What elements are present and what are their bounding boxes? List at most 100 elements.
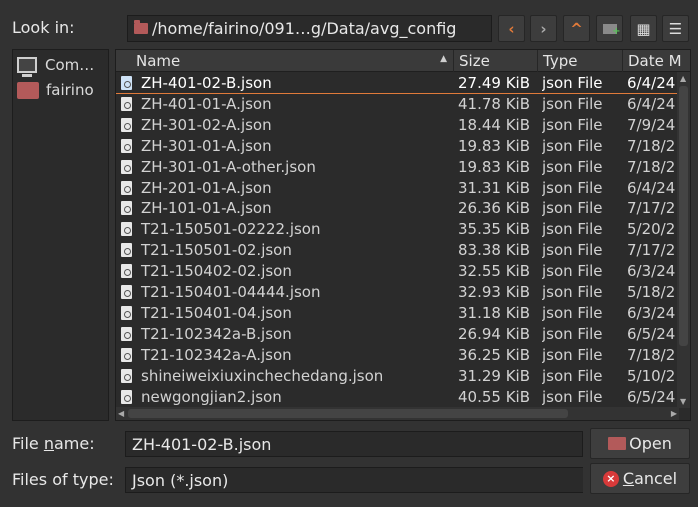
file-name-cell: ZH-101-01-A.json (121, 199, 453, 217)
file-row[interactable]: ZH-301-01-A-other.json 19.83 KiB json File… (116, 157, 690, 178)
file-size-cell: 41.78 KiB (458, 94, 531, 113)
scroll-down-icon[interactable]: ▼ (680, 397, 686, 406)
file-type-cell: json File (542, 303, 603, 322)
file-name-cell: T21-102342a-B.json (121, 325, 453, 343)
file-size-cell: 32.93 KiB (458, 283, 531, 301)
sidebar-item-label: fairino (46, 81, 94, 99)
file-row[interactable]: ZH-301-01-A.json 19.83 KiB json File 7/18/2 (116, 136, 690, 157)
list-view-icon: ▦ (636, 19, 651, 38)
file-row[interactable]: shineiweixiuxinchechedang.json 31.29 KiB j… (116, 366, 690, 387)
file-size-cell: 32.55 KiB (458, 262, 531, 281)
file-row[interactable]: T21-150401-04444.json 32.93 KiB json File 5… (116, 282, 690, 303)
file-row[interactable]: ZH-201-01-A.json 31.31 KiB json File 6/4/24 (116, 178, 690, 199)
file-row[interactable]: ZH-401-01-A.json 41.78 KiB json File 6/4/24 (116, 94, 690, 115)
file-name-cell: newgongjian2.json (121, 388, 453, 406)
look-in-label: Look in: (12, 18, 75, 37)
file-row[interactable]: newgongjian2.json 40.55 KiB json File 6/5/2… (116, 387, 690, 408)
file-size-cell: 36.25 KiB (458, 345, 531, 364)
json-file-icon (121, 180, 132, 195)
new-folder-button[interactable]: + (596, 15, 623, 42)
file-row[interactable]: ZH-401-02-B.json 27.49 KiB json File 6/4/24 (116, 73, 690, 94)
file-row[interactable]: T21-102342a-A.json 36.25 KiB json File 7/18… (116, 345, 690, 366)
forward-button[interactable]: › (530, 15, 557, 42)
column-name[interactable]: Name ▲ (116, 50, 454, 72)
file-size-cell: 31.31 KiB (458, 178, 531, 197)
file-name-cell: shineiweixiuxinchechedang.json (121, 367, 453, 385)
json-file-icon (121, 305, 132, 320)
file-name-cell: T21-150501-02.json (121, 241, 453, 259)
column-date[interactable]: Date M (623, 50, 690, 72)
path-text: /home/fairino/091…g/Data/avg_config (152, 19, 457, 38)
file-size-cell: 26.36 KiB (458, 199, 531, 218)
scroll-right-icon[interactable]: ▶ (671, 409, 677, 418)
file-size-cell: 31.18 KiB (458, 303, 531, 322)
places-sidebar: Com… fairino (12, 49, 109, 421)
cancel-button[interactable]: × Cancel (590, 463, 690, 494)
up-arrow-icon: ^ (570, 19, 583, 38)
json-file-icon (121, 264, 132, 279)
file-type-cell: json File (542, 136, 603, 155)
file-row[interactable]: T21-150501-02222.json 35.35 KiB json File 5… (116, 219, 690, 240)
file-name-cell: T21-150401-04.json (121, 304, 453, 322)
json-file-icon (121, 138, 132, 153)
file-type-cell: json File (542, 74, 603, 92)
json-file-icon (121, 201, 132, 216)
file-size-cell: 83.38 KiB (458, 241, 531, 260)
path-combo[interactable]: /home/fairino/091…g/Data/avg_config (127, 15, 492, 42)
file-name-cell: T21-150501-02222.json (121, 220, 453, 238)
file-row[interactable]: ZH-101-01-A.json 26.36 KiB json File 7/17/2 (116, 198, 690, 219)
open-button[interactable]: Open (590, 428, 690, 459)
scroll-left-icon[interactable]: ◀ (118, 409, 124, 418)
computer-icon (17, 57, 37, 77)
file-size-cell: 18.44 KiB (458, 115, 531, 134)
scroll-up-icon[interactable]: ▲ (680, 74, 686, 83)
folder-open-icon (608, 437, 627, 450)
file-type-cell: json File (542, 94, 603, 113)
json-file-icon (121, 326, 132, 341)
file-size-cell: 19.83 KiB (458, 136, 531, 155)
column-size[interactable]: Size (454, 50, 538, 72)
list-view-button[interactable]: ▦ (630, 15, 657, 42)
file-row[interactable]: T21-150401-04.json 31.18 KiB json File 6/3/… (116, 303, 690, 324)
sidebar-item-home[interactable]: fairino (17, 78, 94, 102)
file-type-cell: json File (542, 178, 603, 197)
vertical-scroll-thumb[interactable] (679, 86, 688, 346)
column-type[interactable]: Type (538, 50, 623, 72)
file-type-cell: json File (542, 199, 603, 218)
sidebar-item-computer[interactable]: Com… (17, 53, 94, 77)
json-file-icon (121, 159, 132, 174)
file-row[interactable]: T21-150501-02.json 83.38 KiB json File 7/17… (116, 240, 690, 261)
file-row[interactable]: T21-150402-02.json 32.55 KiB json File 6/3/… (116, 261, 690, 282)
file-name-cell: ZH-401-02-B.json (121, 74, 453, 92)
file-type-cell: json File (542, 115, 603, 134)
parent-directory-button[interactable]: ^ (563, 15, 590, 42)
json-file-icon (121, 243, 132, 258)
json-file-icon (121, 117, 132, 132)
new-folder-icon: + (602, 23, 621, 36)
horizontal-scrollbar[interactable]: ◀ ▶ (116, 407, 679, 420)
back-icon: ‹ (508, 19, 515, 38)
file-name-input[interactable]: ZH-401-02-B.json (125, 431, 583, 457)
cancel-icon: × (602, 470, 619, 487)
file-type-cell: json File (542, 387, 603, 406)
file-name-cell: ZH-301-01-A.json (121, 137, 453, 155)
json-file-icon (121, 76, 132, 90)
horizontal-scroll-thumb[interactable] (128, 409, 568, 418)
file-type-cell: json File (542, 324, 603, 343)
json-file-icon (121, 285, 132, 299)
back-button[interactable]: ‹ (498, 15, 525, 42)
file-name-cell: ZH-301-02-A.json (121, 116, 453, 134)
file-type-select[interactable]: Json (*.json) (125, 467, 583, 493)
file-type-cell: json File (542, 220, 603, 239)
file-row[interactable]: T21-102342a-B.json 26.94 KiB json File 6/5/… (116, 324, 690, 345)
detail-view-button[interactable]: ☰ (662, 15, 689, 42)
vertical-scrollbar[interactable]: ▲ ▼ (677, 72, 690, 408)
folder-icon (134, 20, 148, 34)
file-size-cell: 35.35 KiB (458, 220, 531, 239)
file-list-view[interactable]: Name ▲ Size Type Date M ZH-401-02-B.json… (115, 49, 691, 421)
json-file-icon (121, 96, 132, 111)
file-type-cell: json File (542, 157, 603, 176)
file-row[interactable]: ZH-301-02-A.json 18.44 KiB json File 7/9/24 (116, 115, 690, 136)
file-size-cell: 26.94 KiB (458, 324, 531, 343)
json-file-icon (121, 347, 132, 362)
